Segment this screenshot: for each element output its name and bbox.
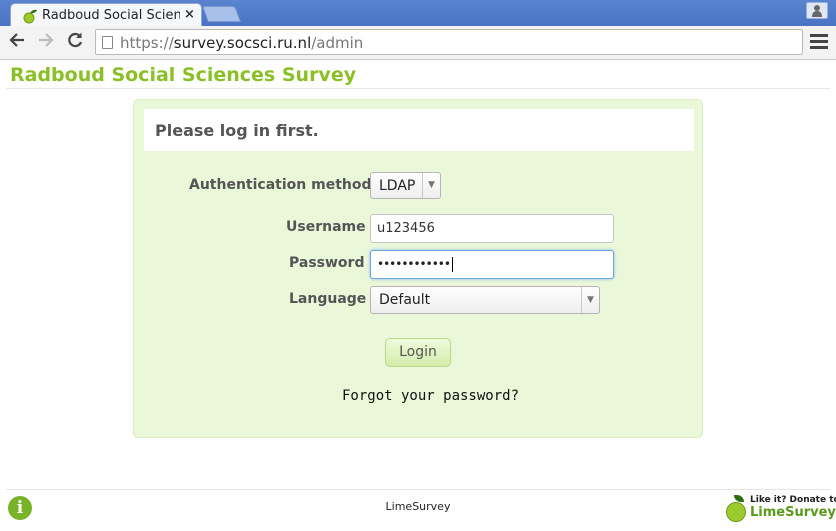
auth-method-select[interactable]: LDAP ▼: [370, 172, 441, 199]
chevron-down-icon: ▼: [422, 173, 440, 198]
password-label: Password: [289, 255, 365, 271]
text-caret: [451, 257, 453, 272]
language-label: Language: [289, 291, 367, 307]
browser-tab[interactable]: Radboud Social Sciences Survey ×: [10, 3, 202, 27]
footer-divider: [6, 489, 830, 490]
donate-brand: LimeSurvey: [750, 505, 836, 520]
lime-favicon-icon: [23, 9, 37, 24]
language-value: Default: [379, 292, 431, 308]
page-icon: [102, 36, 113, 49]
auth-method-label: Authentication method: [189, 177, 372, 193]
url-host: survey.socsci.ru.nl: [173, 34, 312, 52]
donate-button[interactable]: Like it? Donate to LimeSurvey: [726, 494, 836, 524]
password-masked-value: ••••••••••••: [377, 257, 453, 272]
back-arrow-icon[interactable]: [6, 31, 28, 53]
url-path: /admin: [311, 34, 364, 52]
forgot-password-link[interactable]: Forgot your password?: [342, 388, 519, 404]
site-title[interactable]: Radboud Social Sciences Survey: [10, 64, 356, 86]
forward-arrow-icon[interactable]: [35, 31, 57, 53]
browser-toolbar: https://survey.socsci.ru.nl/admin: [0, 26, 836, 60]
password-field[interactable]: ••••••••••••: [370, 250, 614, 279]
language-select[interactable]: Default ▼: [370, 286, 600, 314]
tab-close-icon[interactable]: ×: [184, 7, 195, 22]
login-panel: Please log in first. Authentication meth…: [133, 99, 703, 438]
login-heading: Please log in first.: [155, 121, 319, 140]
footer-text[interactable]: LimeSurvey: [0, 500, 836, 513]
login-panel-header: Please log in first.: [144, 109, 694, 151]
leaf-icon: [734, 495, 744, 502]
browser-tab-bar: Radboud Social Sciences Survey ×: [0, 0, 836, 27]
user-icon[interactable]: [806, 2, 828, 19]
username-label: Username: [286, 219, 366, 235]
address-bar[interactable]: https://survey.socsci.ru.nl/admin: [95, 29, 803, 55]
login-button[interactable]: Login: [385, 338, 451, 367]
url-text[interactable]: https://survey.socsci.ru.nl/admin: [120, 34, 363, 52]
url-scheme: https://: [120, 34, 174, 52]
lime-logo-icon: [726, 502, 746, 522]
new-tab-button[interactable]: [202, 6, 241, 22]
tab-title: Radboud Social Sciences Survey: [42, 8, 180, 23]
auth-method-value: LDAP: [379, 178, 416, 194]
hamburger-menu-icon[interactable]: [810, 34, 828, 50]
reload-icon[interactable]: [64, 31, 86, 53]
title-divider: [6, 88, 830, 89]
username-field[interactable]: u123456: [370, 214, 614, 243]
chevron-down-icon: ▼: [581, 287, 599, 313]
donate-text: Like it? Donate to: [750, 495, 836, 505]
